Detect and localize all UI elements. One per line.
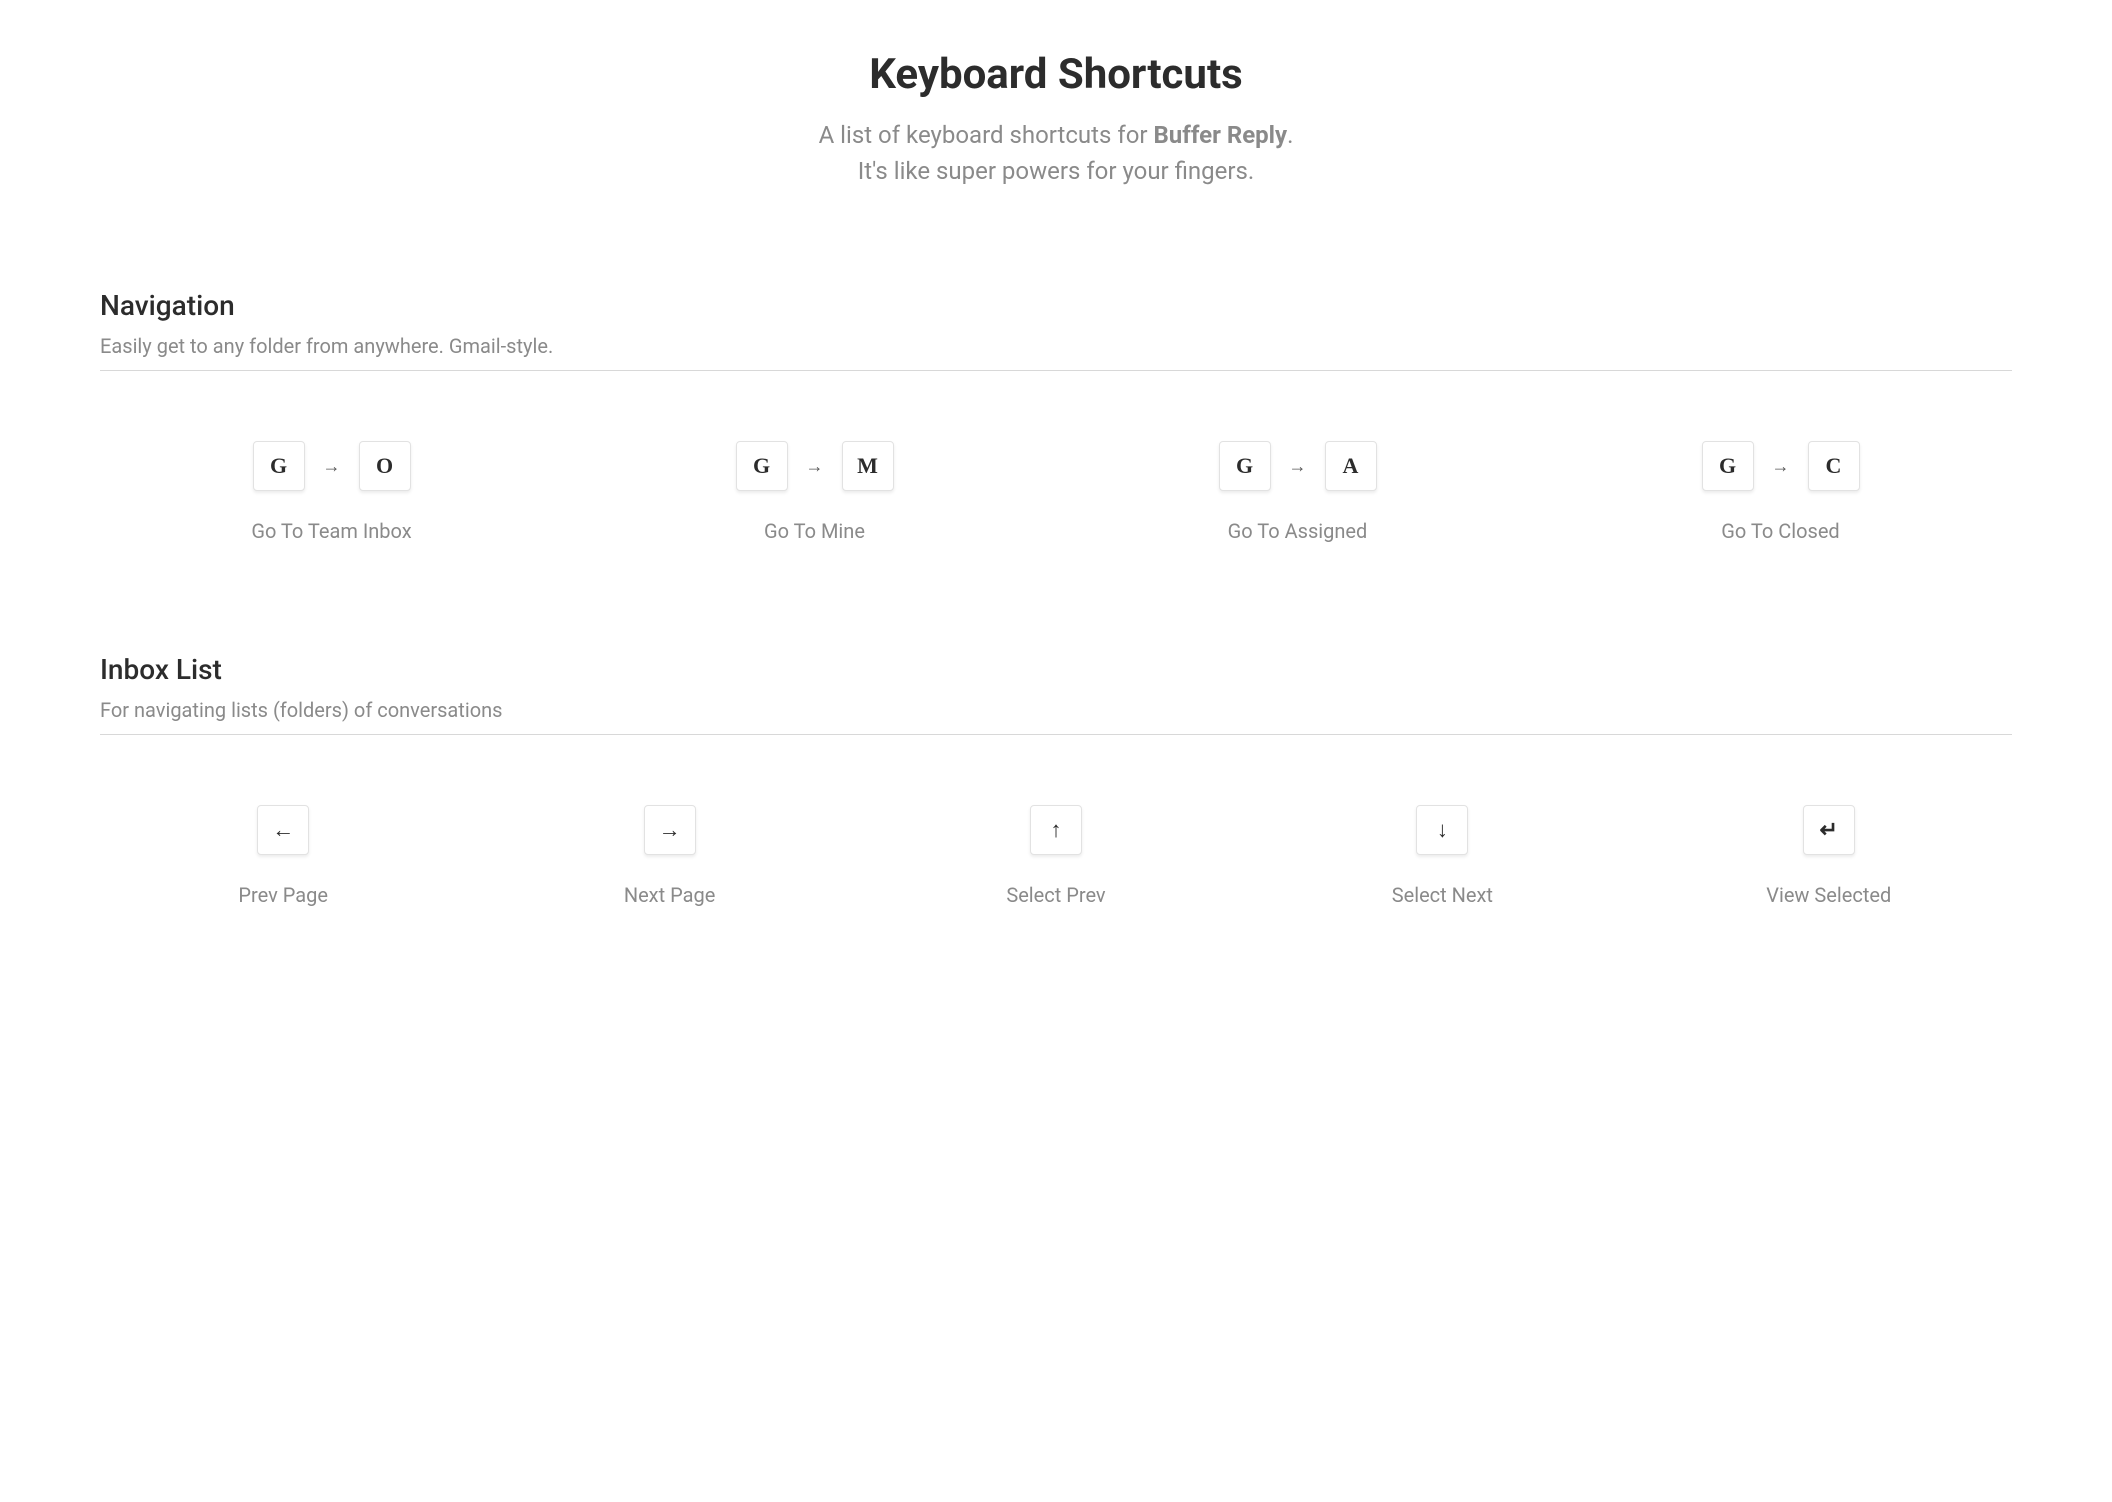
section-title: Inbox List [100, 653, 2012, 686]
shortcut-select-prev: ↑ Select Prev [966, 805, 1146, 907]
sequence-arrow-icon: → [1289, 456, 1307, 477]
shortcut-select-next: ↓ Select Next [1352, 805, 1532, 907]
key-sequence: ↓ [1416, 805, 1468, 855]
key-g: G [736, 441, 788, 491]
shortcut-view-selected: ↵ View Selected [1739, 805, 1919, 907]
shortcuts-row: G → O Go To Team Inbox G → M Go To Mine … [100, 441, 2012, 543]
page-subtitle: A list of keyboard shortcuts for Buffer … [100, 117, 2012, 189]
key-a: A [1325, 441, 1377, 491]
subtitle-prefix: A list of keyboard shortcuts for [819, 121, 1154, 149]
key-sequence: ↑ [1030, 805, 1082, 855]
key-g: G [1219, 441, 1271, 491]
shortcut-next-page: → Next Page [580, 805, 760, 907]
shortcut-label: Go To Assigned [1228, 519, 1368, 543]
key-o: O [359, 441, 411, 491]
section-title: Navigation [100, 289, 2012, 322]
shortcut-label: Go To Closed [1721, 519, 1839, 543]
section-navigation: Navigation Easily get to any folder from… [100, 289, 2012, 543]
shortcut-label: Prev Page [238, 883, 328, 907]
key-sequence: ← [257, 805, 309, 855]
key-sequence: G → A [1219, 441, 1377, 491]
key-g: G [1702, 441, 1754, 491]
shortcut-go-closed: G → C Go To Closed [1691, 441, 1871, 543]
subtitle-strong: Buffer Reply [1153, 121, 1287, 149]
section-divider [100, 370, 2012, 371]
shortcut-prev-page: ← Prev Page [193, 805, 373, 907]
section-divider [100, 734, 2012, 735]
key-c: C [1808, 441, 1860, 491]
key-right-arrow: → [644, 805, 696, 855]
key-sequence: ↵ [1803, 805, 1855, 855]
page-title: Keyboard Shortcuts [100, 50, 2012, 99]
shortcuts-row: ← Prev Page → Next Page ↑ Select Prev ↓ … [100, 805, 2012, 907]
sequence-arrow-icon: → [323, 456, 341, 477]
subtitle-suffix: . [1287, 121, 1293, 149]
shortcut-label: Go To Mine [764, 519, 865, 543]
shortcut-label: Next Page [624, 883, 716, 907]
key-sequence: G → C [1702, 441, 1860, 491]
shortcut-label: Go To Team Inbox [251, 519, 411, 543]
key-down-arrow: ↓ [1416, 805, 1468, 855]
shortcut-label: View Selected [1766, 883, 1891, 907]
key-sequence: G → O [253, 441, 411, 491]
key-enter: ↵ [1803, 805, 1855, 855]
section-description: For navigating lists (folders) of conver… [100, 698, 2012, 722]
section-inbox-list: Inbox List For navigating lists (folders… [100, 653, 2012, 907]
subtitle-line2: It's like super powers for your fingers. [858, 157, 1254, 185]
sequence-arrow-icon: → [1772, 456, 1790, 477]
key-g: G [253, 441, 305, 491]
page-header: Keyboard Shortcuts A list of keyboard sh… [100, 50, 2012, 189]
key-left-arrow: ← [257, 805, 309, 855]
key-sequence: → [644, 805, 696, 855]
shortcut-label: Select Next [1392, 883, 1493, 907]
key-up-arrow: ↑ [1030, 805, 1082, 855]
shortcut-label: Select Prev [1006, 883, 1105, 907]
key-sequence: G → M [736, 441, 894, 491]
shortcut-go-mine: G → M Go To Mine [725, 441, 905, 543]
shortcut-go-assigned: G → A Go To Assigned [1208, 441, 1388, 543]
shortcut-go-team-inbox: G → O Go To Team Inbox [242, 441, 422, 543]
key-m: M [842, 441, 894, 491]
section-description: Easily get to any folder from anywhere. … [100, 334, 2012, 358]
sequence-arrow-icon: → [806, 456, 824, 477]
